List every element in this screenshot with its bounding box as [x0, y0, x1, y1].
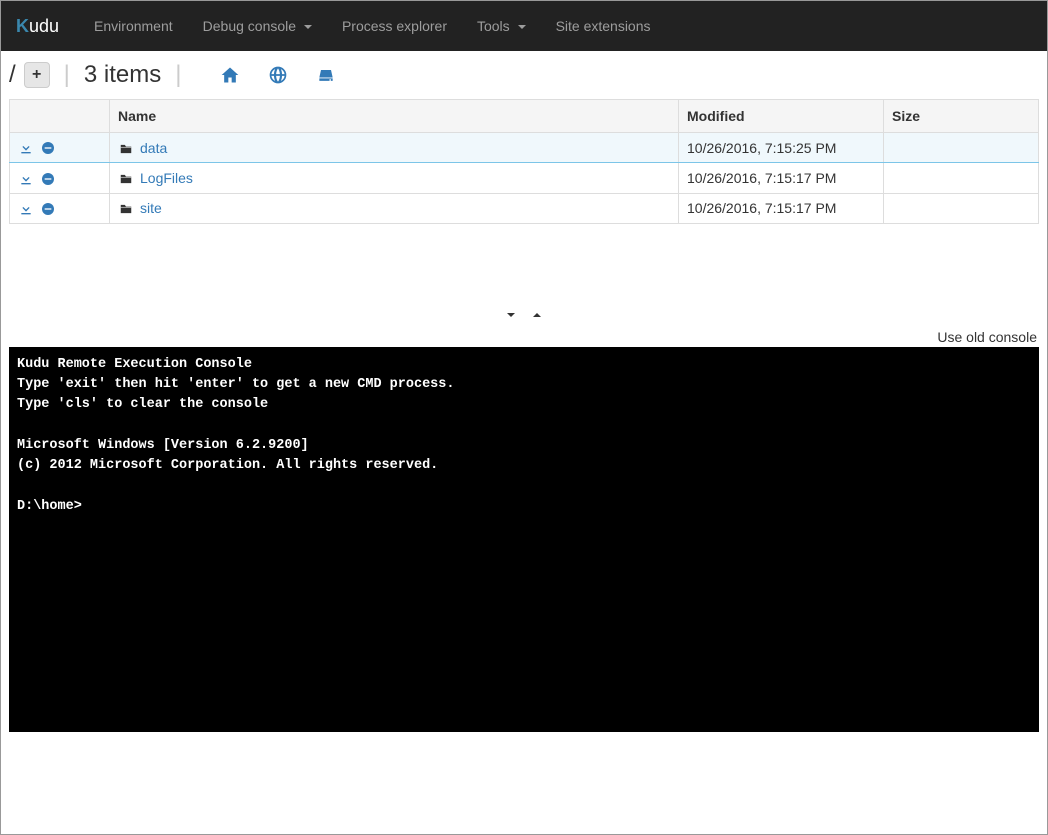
col-header-modified: Modified	[679, 100, 884, 133]
folder-icon	[118, 200, 134, 216]
col-header-size: Size	[884, 100, 1039, 133]
caret-down-icon	[304, 25, 312, 29]
folder-icon	[118, 170, 134, 186]
download-icon[interactable]	[18, 169, 34, 186]
table-row[interactable]: LogFiles 10/26/2016, 7:15:17 PM	[10, 163, 1039, 193]
separator: |	[175, 61, 181, 89]
download-icon[interactable]	[18, 139, 34, 156]
cell-size	[884, 163, 1039, 193]
disk-icon[interactable]	[316, 64, 336, 87]
add-button[interactable]: +	[24, 62, 50, 88]
col-header-name: Name	[110, 100, 679, 133]
table-row[interactable]: data 10/26/2016, 7:15:25 PM	[10, 133, 1039, 163]
chevron-up-icon[interactable]	[529, 304, 545, 324]
file-link[interactable]: site	[140, 200, 162, 216]
nav-tools[interactable]: Tools	[462, 3, 541, 49]
delete-icon[interactable]	[40, 200, 56, 217]
nav-site-extensions[interactable]: Site extensions	[541, 3, 666, 49]
use-old-console-link[interactable]: Use old console	[1, 329, 1047, 347]
cell-size	[884, 133, 1039, 163]
chevron-down-icon[interactable]	[503, 304, 519, 324]
nav-debug-console[interactable]: Debug console	[188, 3, 327, 49]
toolbar: / + | 3 items |	[1, 51, 1047, 99]
file-link[interactable]: data	[140, 140, 167, 156]
breadcrumb-root[interactable]: /	[9, 61, 16, 89]
table-row[interactable]: site 10/26/2016, 7:15:17 PM	[10, 193, 1039, 223]
folder-icon	[118, 140, 134, 156]
cell-modified: 10/26/2016, 7:15:17 PM	[679, 193, 884, 223]
cell-modified: 10/26/2016, 7:15:17 PM	[679, 163, 884, 193]
splitter	[1, 224, 1047, 329]
nav-process-explorer[interactable]: Process explorer	[327, 3, 462, 49]
delete-icon[interactable]	[40, 139, 56, 156]
caret-down-icon	[518, 25, 526, 29]
file-link[interactable]: LogFiles	[140, 170, 193, 186]
delete-icon[interactable]	[40, 169, 56, 186]
items-count: 3 items	[84, 61, 161, 89]
console-output[interactable]: Kudu Remote Execution Console Type 'exit…	[9, 347, 1039, 732]
breadcrumb: / +	[9, 61, 50, 89]
file-table: Name Modified Size data 10/26/2016, 7:15…	[9, 99, 1039, 224]
separator: |	[64, 61, 70, 89]
home-icon[interactable]	[220, 64, 240, 87]
col-header-actions	[10, 100, 110, 133]
download-icon[interactable]	[18, 200, 34, 217]
cell-modified: 10/26/2016, 7:15:25 PM	[679, 133, 884, 163]
navbar: Kudu Environment Debug console Process e…	[1, 1, 1047, 51]
nav-environment[interactable]: Environment	[79, 3, 188, 49]
globe-icon[interactable]	[268, 64, 288, 87]
cell-size	[884, 193, 1039, 223]
brand[interactable]: Kudu	[16, 1, 59, 52]
